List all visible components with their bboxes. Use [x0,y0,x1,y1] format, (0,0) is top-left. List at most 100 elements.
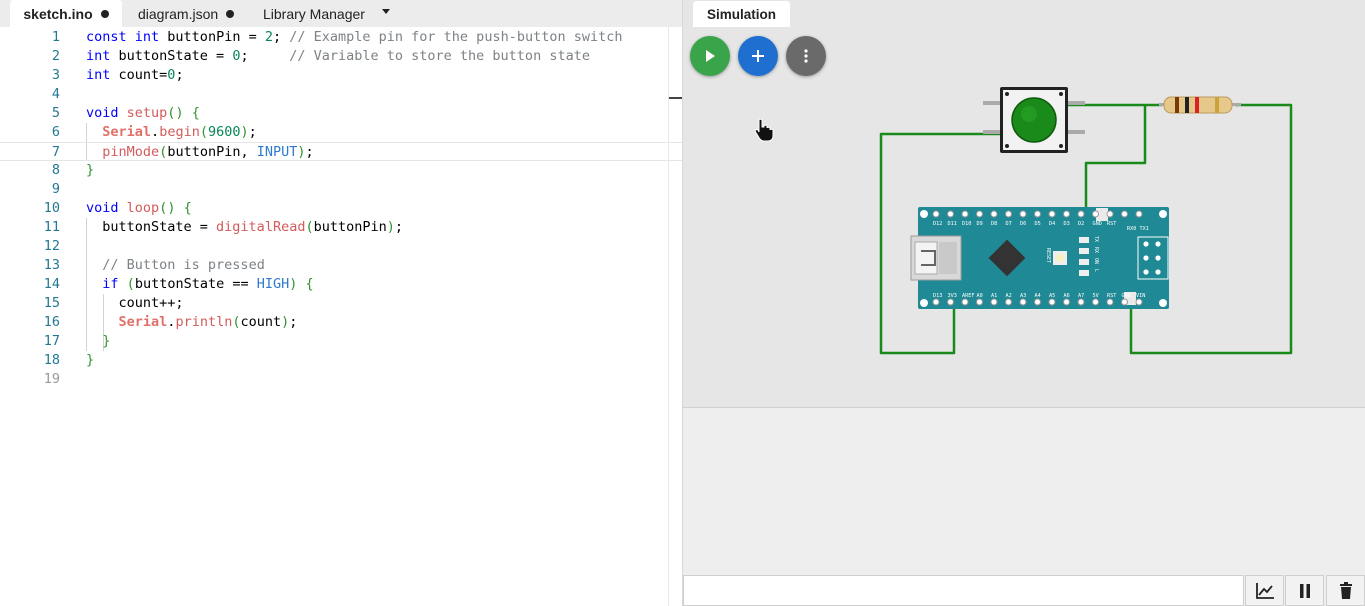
resistor[interactable] [1159,96,1241,114]
header-pin[interactable] [1092,210,1099,218]
trash-icon [1339,581,1352,599]
arduino-nano-board[interactable]: D12 D11 D10 D9 D8 D7 D6 D5 D4 D3 D2 GND RST D13 3V3 AR… [910,207,1169,309]
header-pin[interactable] [961,298,969,306]
code-line[interactable]: 7 pinMode(buttonPin, INPUT); [0,142,682,161]
pin-label: D12 [933,221,942,227]
tab-library-manager[interactable]: Library Manager [263,0,365,27]
led-label: L [1093,269,1099,272]
header-pin[interactable] [1063,298,1070,306]
pause-button[interactable] [1285,575,1324,606]
tab-sketch-ino[interactable]: sketch.ino [10,0,122,27]
code-line[interactable]: 12 [0,237,682,256]
led-label: TX [1093,236,1099,242]
code-line[interactable]: 10 void loop() { [0,199,682,218]
code-line[interactable]: 3 int count=0; [0,66,682,85]
code-line[interactable]: 15 count++; [0,294,682,313]
code-line[interactable]: 17 } [0,332,682,351]
header-pin[interactable] [990,298,998,306]
clear-output-button[interactable] [1326,575,1365,606]
header-pin[interactable] [1135,210,1143,218]
header-pin[interactable] [1019,298,1027,306]
simulation-pane: Simulation D12 D11 D10 D9 D8 D7 D6 D5 D4… [683,0,1365,606]
pin-label: D6 [1020,221,1026,227]
tabs-dropdown-button[interactable] [380,4,392,18]
unsaved-dot-icon [226,9,235,18]
code-line[interactable]: 9 [0,180,682,199]
header-pin[interactable] [1077,210,1085,218]
pushbutton[interactable] [983,87,1085,153]
header-pin[interactable] [1135,298,1143,306]
header-pin[interactable] [1034,210,1041,218]
code-line[interactable]: 6 Serial.begin(9600); [0,123,682,142]
header-pin[interactable] [1005,298,1012,306]
line-number: 1 [51,29,60,45]
pin-label: AREF [962,293,975,299]
header-pin[interactable] [1019,210,1027,218]
pin-label: D11 [948,221,957,227]
code-line[interactable]: 13 // Button is pressed [0,256,682,275]
code-line[interactable]: 5 void setup() { [0,104,682,123]
header-pin[interactable] [976,298,983,306]
code-line[interactable]: 11 buttonState = digitalRead(buttonPin); [0,218,682,237]
header-pin[interactable] [1048,210,1056,218]
pin-label: D3 [1064,221,1070,227]
editor-scrollbar-track[interactable] [668,27,669,606]
unsaved-dot-icon [100,9,109,18]
header-pin[interactable] [1121,210,1128,218]
pin-label: D8 [991,221,997,227]
header-pin[interactable] [1106,298,1114,306]
line-number: 18 [43,352,60,368]
code-line[interactable]: 19 [0,370,682,389]
pin-label: A2 [1006,293,1012,299]
code-line[interactable]: 18} [0,351,682,370]
header-pin[interactable] [1106,210,1114,218]
pin-label: D4 [1049,221,1055,227]
line-number: 8 [51,162,60,178]
code-line[interactable]: 8} [0,161,682,180]
line-content: } [86,162,95,178]
header-pin[interactable] [961,210,969,218]
header-pin[interactable] [1034,298,1041,306]
header-pin[interactable] [932,298,940,306]
editor-tab-bar: sketch.ino diagram.json Library Manager [0,0,682,27]
header-pin[interactable] [1048,298,1056,306]
header-pin[interactable] [947,298,954,306]
simulation-canvas[interactable]: Simulation D12 D11 D10 D9 D8 D7 D6 D5 D4… [683,0,1365,408]
code-line[interactable]: 16 Serial.println(count); [0,313,682,332]
hand-cursor-icon [754,118,774,142]
code-area[interactable]: 1 const int buttonPin = 2; // Example pin… [0,27,682,606]
pin-label: A4 [1035,293,1041,299]
pause-icon [1299,583,1310,598]
header-pin[interactable] [1063,210,1070,218]
line-content: pinMode(buttonPin, INPUT); [102,144,314,160]
code-line[interactable]: 2 int buttonState = 0; // Variable to sto… [0,47,682,66]
header-pin[interactable] [932,210,940,218]
line-number: 13 [43,257,60,273]
line-content: Serial.begin(9600); [102,124,257,140]
top-header-pins [932,210,1143,218]
code-line[interactable]: 14 if (buttonState == HIGH) { [0,275,682,294]
line-content: if (buttonState == HIGH) { [102,276,314,292]
header-pin[interactable] [976,210,983,218]
header-pin[interactable] [1121,298,1128,306]
header-pin[interactable] [1092,298,1099,306]
editor-scroll-marker [669,97,682,99]
pin-label: 3V3 [948,293,957,299]
line-number: 4 [51,86,60,102]
plotter-button[interactable] [1245,575,1284,606]
serial-monitor-input[interactable] [683,575,1244,606]
led-label: ON [1093,258,1099,264]
code-line[interactable]: 1 const int buttonPin = 2; // Example pin… [0,28,682,47]
led-label: RX [1093,247,1099,253]
header-pin[interactable] [1077,298,1085,306]
line-number: 14 [43,276,60,292]
pin-label: D9 [977,221,983,227]
header-pin[interactable] [1005,210,1012,218]
code-line[interactable]: 4 [0,85,682,104]
pin-label: D5 [1035,221,1041,227]
header-pin[interactable] [990,210,998,218]
line-content: int buttonState = 0; // Variable to stor… [86,48,590,64]
tab-label: diagram.json [138,5,219,22]
header-pin[interactable] [947,210,954,218]
tab-diagram-json[interactable]: diagram.json [138,0,235,27]
